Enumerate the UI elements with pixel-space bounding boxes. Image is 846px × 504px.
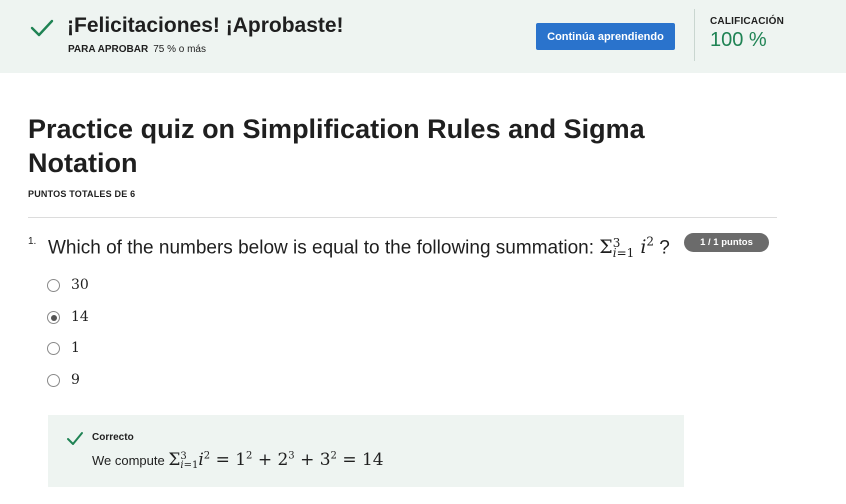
radio-button[interactable] [47,279,60,292]
option-label: 9 [71,372,80,388]
question-prompt: Which of the numbers below is equal to t… [48,237,594,259]
feedback-text: We compute Σ 3 i=1 i2 = 12 + 23 + 32 = 14 [92,450,384,470]
question-text: Which of the numbers below is equal to t… [48,235,670,261]
feedback-title: Correcto [92,432,134,443]
check-icon [67,432,83,445]
summation-formula: Σ 3 i=1 i2 [599,235,655,261]
answer-option[interactable]: 1 [47,340,247,360]
points-badge: 1 / 1 puntos [684,233,769,252]
answer-option[interactable]: 14 [47,309,247,329]
radio-button[interactable] [47,374,60,387]
option-label: 30 [71,277,89,293]
option-label: 1 [71,340,80,356]
feedback-prompt: We compute [92,453,165,468]
check-icon [30,19,54,37]
result-banner: ¡Felicitaciones! ¡Aprobaste! PARA APROBA… [0,0,846,73]
option-label: 14 [71,309,89,325]
pass-label: PARA APROBAR [68,44,149,55]
radio-button[interactable] [47,342,60,355]
radio-button-selected[interactable] [47,311,60,324]
answer-option[interactable]: 9 [47,372,247,392]
pass-title: ¡Felicitaciones! ¡Aprobaste! [67,14,344,37]
feedback-box: Correcto We compute Σ 3 i=1 i2 = 12 + 23 + … [48,415,684,487]
feedback-formula: Σ 3 i=1 i2 = 12 + 23 + 32 = 14 [168,450,384,471]
continue-learning-button[interactable]: Continúa aprendiendo [536,23,675,50]
divider [694,9,695,61]
grade-value: 100 % [710,29,767,51]
pass-value: 75 % o más [153,44,206,55]
grade-label: CALIFICACIÓN [710,16,785,27]
answer-option[interactable]: 30 [47,277,247,297]
points-total: PUNTOS TOTALES DE 6 [28,189,136,199]
page-title: Practice quiz on Simplification Rules an… [28,114,645,178]
divider [28,217,777,218]
pass-requirement: PARA APROBAR 75 % o más [68,44,206,55]
question-number: 1. [28,236,37,247]
